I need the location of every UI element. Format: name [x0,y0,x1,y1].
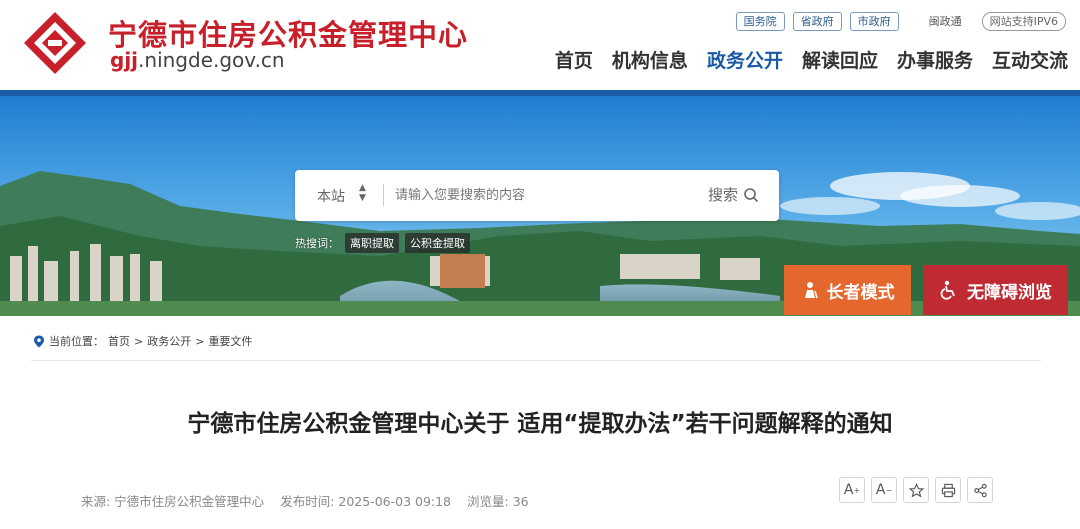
breadcrumb-home[interactable]: 首页 [108,333,130,349]
search-button-label: 搜索 [707,186,738,204]
article-title: 宁德市住房公积金管理中心关于 适用“提取办法”若干问题解释的通知 [187,411,893,437]
nav-gov-affairs[interactable]: 政务公开 [707,46,783,73]
article-views: 浏览量: 36 [467,494,529,509]
breadcrumb-divider [31,360,1041,361]
search-box: 本站 ▲▼ 搜索 [295,170,779,221]
nav-home[interactable]: 首页 [555,46,593,73]
accessible-browse-button[interactable]: 无障碍浏览 [923,265,1068,315]
search-divider [383,184,384,206]
search-input[interactable] [395,183,685,207]
wheelchair-icon [940,280,955,300]
domain-prefix: gjj [110,48,139,72]
share-icon [973,483,987,497]
domain-suffix: .ningde.gov.cn [138,48,285,72]
breadcrumb-separator: > [195,334,205,348]
breadcrumb: 当前位置： 首页 > 政务公开 > 重要文件 [33,333,252,349]
printer-icon [941,483,955,497]
search-scope-select[interactable]: 本站 [317,186,345,206]
logo-icon [24,12,86,74]
search-button[interactable]: 搜索 [708,184,759,205]
hot-words-label: 热搜词： [295,237,339,250]
article-source: 来源: 宁德市住房公积金管理中心 [81,494,265,509]
nav-interpretation[interactable]: 解读回应 [802,46,878,73]
breadcrumb-separator: > [134,334,144,348]
article-meta: 来源: 宁德市住房公积金管理中心 发布时间: 2025-06-03 09:18 … [81,491,529,510]
font-increase-button[interactable]: A + [839,477,865,503]
search-icon [744,187,759,202]
print-button[interactable] [935,477,961,503]
location-pin-icon [34,335,44,347]
favorite-button[interactable] [903,477,929,503]
nav-services[interactable]: 办事服务 [897,46,973,73]
site-header: 宁德市住房公积金管理中心 gjj.ningde.gov.cn 国务院 省政府 市… [0,0,1080,90]
hot-word-fund-withdraw[interactable]: 公积金提取 [405,233,470,253]
article-panel: 当前位置： 首页 > 政务公开 > 重要文件 宁德市住房公积金管理中心关于 适用… [9,316,1071,529]
font-decrease-button[interactable]: A − [871,477,897,503]
link-shengzhengfu[interactable]: 省政府 [792,11,842,31]
breadcrumb-important-docs[interactable]: 重要文件 [208,333,252,349]
nav-org-info[interactable]: 机构信息 [612,46,688,73]
hot-word-resign-withdraw[interactable]: 离职提取 [345,233,399,253]
star-icon [908,482,924,497]
link-minzhengtong[interactable]: 闽政通 [929,13,962,29]
elder-mode-label: 长者模式 [826,282,895,303]
top-links: 国务院 省政府 市政府 闽政通 网站支持IPV6 [735,11,1066,31]
article-tools: A + A − [839,477,993,503]
site-domain: gjj.ningde.gov.cn [110,48,285,72]
ipv6-badge: 网站支持IPV6 [981,11,1066,31]
link-shizhengfu[interactable]: 市政府 [849,11,899,31]
breadcrumb-label: 当前位置： [49,335,104,348]
elder-mode-button[interactable]: 长者模式 [784,265,911,315]
nav-interaction[interactable]: 互动交流 [992,46,1068,73]
hot-words: 热搜词： 离职提取 公积金提取 [295,233,470,253]
share-button[interactable] [967,477,993,503]
link-guowuyuan[interactable]: 国务院 [735,11,785,31]
elder-icon [804,282,818,299]
accessible-browse-label: 无障碍浏览 [967,282,1052,303]
updown-arrows-icon[interactable]: ▲ ▼ [359,183,366,203]
breadcrumb-gov-affairs[interactable]: 政务公开 [147,333,191,349]
main-nav: 首页 机构信息 政务公开 解读回应 办事服务 互动交流 [555,46,1068,73]
article-publish-time: 发布时间: 2025-06-03 09:18 [280,494,452,509]
